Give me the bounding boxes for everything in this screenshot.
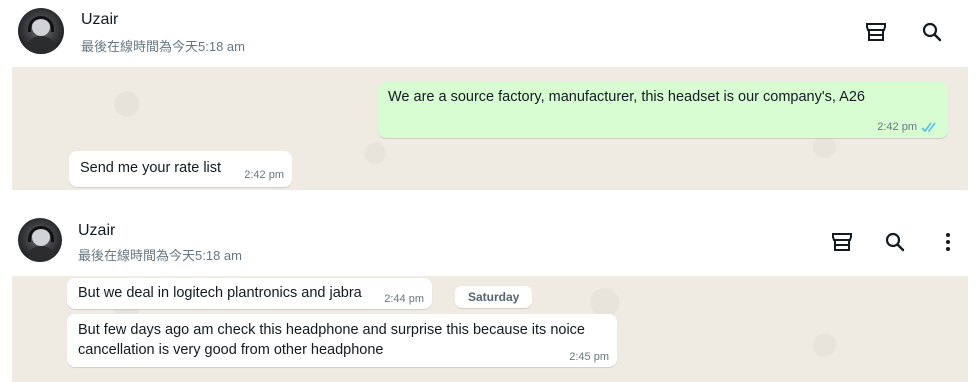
last-seen-status: 最後在線時間為今天5:18 am <box>81 39 245 54</box>
shop-icon[interactable] <box>830 230 854 254</box>
message-time: 2:42 pm <box>877 121 917 133</box>
date-chip: Saturday <box>455 286 533 308</box>
message-text: But we deal in logitech plantronics and … <box>78 285 362 301</box>
avatar[interactable] <box>18 218 62 262</box>
message-text: But few days ago am check this headphone… <box>78 322 585 358</box>
message-time: 2:45 pm <box>569 351 609 363</box>
chat-header: Uzair 最後在線時間為今天5:18 am <box>0 210 980 276</box>
message-time: 2:44 pm <box>384 293 424 305</box>
message-time: 2:42 pm <box>244 169 284 181</box>
search-icon[interactable] <box>883 230 907 254</box>
avatar[interactable] <box>18 8 64 54</box>
message-area: But we deal in logitech plantronics and … <box>12 276 968 382</box>
incoming-message[interactable]: But we deal in logitech plantronics and … <box>67 278 432 309</box>
contact-name[interactable]: Uzair <box>78 222 115 240</box>
message-text: Send me your rate list <box>80 160 222 176</box>
chat-header: Uzair 最後在線時間為今天5:18 am <box>0 0 980 66</box>
incoming-message[interactable]: Send me your rate list 2:42 pm <box>69 151 292 187</box>
contact-name[interactable]: Uzair <box>81 11 118 29</box>
bottom-chat-panel: Uzair 最後在線時間為今天5:18 am But we deal in lo… <box>0 210 980 382</box>
top-chat-panel: Uzair 最後在線時間為今天5:18 am We are a source f… <box>0 0 980 190</box>
incoming-message[interactable]: But few days ago am check this headphone… <box>67 314 617 367</box>
double-check-icon <box>921 122 936 132</box>
outgoing-message[interactable]: We are a source factory, manufacturer, t… <box>378 82 948 138</box>
message-area: We are a source factory, manufacturer, t… <box>12 67 968 190</box>
more-vert-icon[interactable] <box>936 230 960 254</box>
last-seen-status: 最後在線時間為今天5:18 am <box>78 248 242 263</box>
message-text: We are a source factory, manufacturer, t… <box>388 89 865 105</box>
shop-icon[interactable] <box>864 20 888 44</box>
search-icon[interactable] <box>920 20 944 44</box>
